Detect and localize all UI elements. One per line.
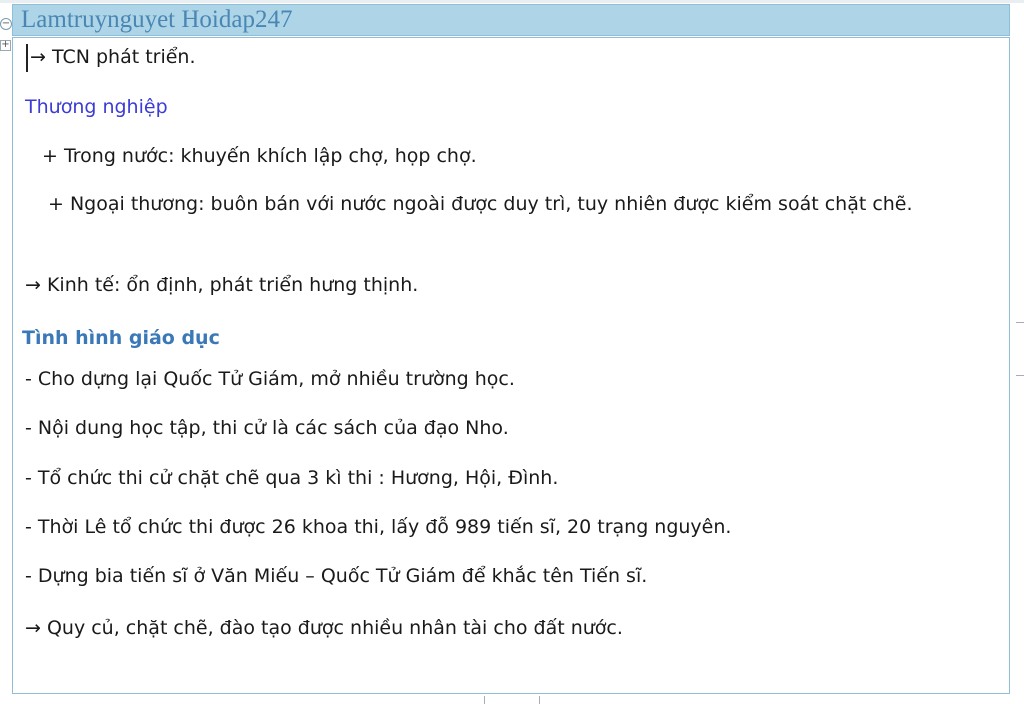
- text-line: → TCN phát triển.: [30, 46, 196, 68]
- list-item: - Nội dung học tập, thi cử là các sách c…: [25, 417, 509, 439]
- header-title: Lamtruynguyet Hoidap247: [21, 6, 293, 33]
- side-scroll-marker[interactable]: [1016, 322, 1024, 376]
- list-item: - Cho dựng lại Quốc Tử Giám, mở nhiều tr…: [25, 368, 515, 390]
- bottom-scroll-tab[interactable]: [484, 696, 540, 704]
- list-item: - Tổ chức thi cử chặt chẽ qua 3 kì thi :…: [25, 467, 559, 489]
- text-line: → Quy củ, chặt chẽ, đào tạo được nhiều n…: [25, 617, 623, 639]
- text-line: → Kinh tế: ổn định, phát triển hưng thịn…: [25, 274, 419, 296]
- text-cursor: [26, 44, 28, 72]
- text-paragraph: + Ngoại thương: buôn bán với nước ngoài …: [48, 193, 913, 215]
- expand-icon[interactable]: +: [0, 40, 11, 51]
- section-heading-education: Tình hình giáo dục: [22, 327, 220, 349]
- section-heading-commerce: Thương nghiệp: [25, 96, 168, 118]
- list-item: - Thời Lê tổ chức thi được 26 khoa thi, …: [25, 516, 732, 538]
- text-line: + Trong nước: khuyến khích lập chợ, họp …: [42, 145, 477, 167]
- document-page: Lamtruynguyet Hoidap247 − + → TCN phát t…: [0, 0, 1024, 704]
- content-frame: [12, 38, 1010, 694]
- header-bar: Lamtruynguyet Hoidap247: [12, 4, 1010, 36]
- collapse-icon[interactable]: −: [0, 18, 12, 30]
- top-ruler: [0, 0, 1024, 3]
- list-item: - Dựng bia tiến sĩ ở Văn Miếu – Quốc Tử …: [25, 565, 648, 587]
